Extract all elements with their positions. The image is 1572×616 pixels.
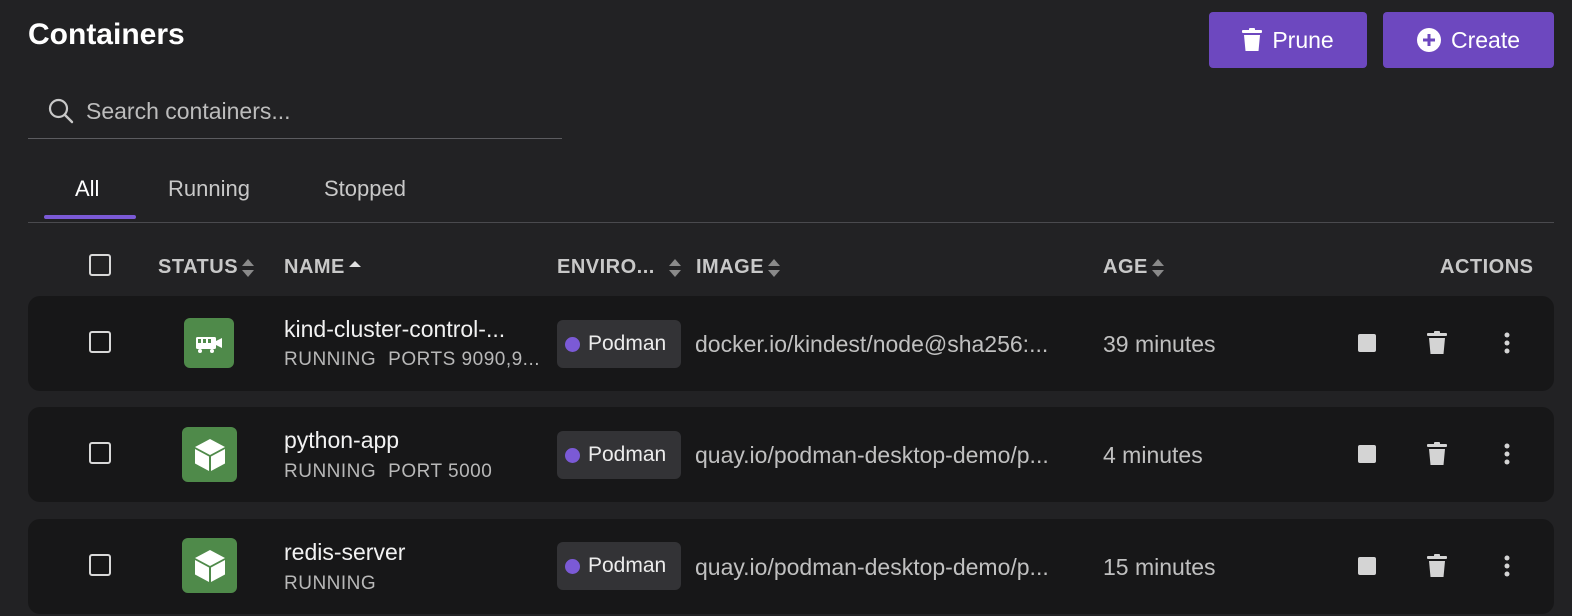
- sort-ascending-icon: [348, 260, 361, 267]
- column-header-environment[interactable]: ENVIRO...: [557, 256, 682, 279]
- container-ports: PORTS 9090,9...: [388, 349, 541, 370]
- trash-icon: [1242, 28, 1263, 51]
- column-header-image[interactable]: IMAGE: [696, 256, 781, 279]
- plus-circle-icon: [1416, 28, 1441, 52]
- table-row[interactable]: kind-cluster-control-... RUNNING PORTS 90…: [28, 296, 1554, 391]
- status-running-badge: [184, 318, 234, 368]
- container-state: RUNNING: [284, 461, 377, 482]
- tab-all[interactable]: All: [75, 176, 99, 202]
- environment-dot: [565, 447, 580, 463]
- stop-icon[interactable]: [1358, 445, 1376, 463]
- active-tab-indicator: [44, 215, 136, 219]
- prune-button[interactable]: Prune: [1209, 12, 1367, 68]
- environment-dot: [565, 336, 580, 352]
- tab-stopped[interactable]: Stopped: [324, 176, 406, 202]
- container-icon: [194, 549, 225, 582]
- container-name[interactable]: kind-cluster-control-...: [284, 316, 505, 343]
- delete-icon[interactable]: [1427, 554, 1447, 578]
- tab-running[interactable]: Running: [168, 176, 250, 202]
- pod-icon: [196, 337, 222, 353]
- sort-icon: [668, 258, 681, 277]
- table-row[interactable]: redis-server RUNNING Podman quay.io/podm…: [28, 519, 1554, 614]
- container-status-line: RUNNING PORTS 9090,9...: [284, 349, 552, 371]
- kebab-menu-icon[interactable]: [1504, 443, 1510, 465]
- environment-badge: Podman: [557, 542, 681, 590]
- search-icon: [48, 98, 74, 124]
- container-icon: [194, 438, 225, 471]
- page-title: Containers: [28, 18, 185, 51]
- row-checkbox[interactable]: [89, 442, 111, 464]
- create-button[interactable]: Create: [1383, 12, 1554, 68]
- delete-icon[interactable]: [1427, 331, 1447, 355]
- container-age: 39 minutes: [1103, 331, 1216, 357]
- column-header-age[interactable]: AGE: [1103, 256, 1165, 279]
- create-button-label: Create: [1450, 26, 1521, 53]
- delete-icon[interactable]: [1427, 442, 1447, 466]
- column-header-actions: ACTIONS: [1440, 256, 1534, 278]
- row-checkbox[interactable]: [89, 331, 111, 353]
- container-image: quay.io/podman-desktop-demo/p...: [695, 554, 1049, 580]
- environment-badge: Podman: [557, 431, 681, 479]
- kebab-menu-icon[interactable]: [1504, 555, 1510, 577]
- container-age: 4 minutes: [1103, 442, 1203, 468]
- container-image: docker.io/kindest/node@sha256:...: [695, 331, 1049, 357]
- status-running-badge: [182, 538, 237, 593]
- container-state: RUNNING: [284, 573, 377, 594]
- container-status-line: RUNNING: [284, 573, 552, 595]
- container-name[interactable]: redis-server: [284, 539, 405, 566]
- container-state: RUNNING: [284, 349, 377, 370]
- tab-bar: All Running Stopped: [28, 165, 1554, 223]
- column-header-status[interactable]: STATUS: [158, 256, 255, 279]
- sort-icon: [242, 258, 255, 277]
- environment-dot: [565, 558, 580, 574]
- container-image: quay.io/podman-desktop-demo/p...: [695, 442, 1049, 468]
- stop-icon[interactable]: [1358, 334, 1376, 352]
- stop-icon[interactable]: [1358, 557, 1376, 575]
- sort-icon: [1151, 258, 1164, 277]
- container-status-line: RUNNING PORT 5000: [284, 461, 552, 483]
- container-name[interactable]: python-app: [284, 427, 399, 454]
- prune-button-label: Prune: [1272, 26, 1334, 53]
- container-ports: PORT 5000: [388, 461, 493, 482]
- status-running-badge: [182, 427, 237, 482]
- search-bar: [28, 84, 562, 139]
- sort-icon: [768, 258, 781, 277]
- search-input[interactable]: [86, 92, 546, 130]
- container-age: 15 minutes: [1103, 554, 1216, 580]
- kebab-menu-icon[interactable]: [1504, 332, 1510, 354]
- column-header-name[interactable]: NAME: [284, 256, 362, 279]
- environment-badge: Podman: [557, 320, 681, 368]
- select-all-checkbox[interactable]: [89, 254, 111, 276]
- table-row[interactable]: python-app RUNNING PORT 5000 Podman quay.…: [28, 407, 1554, 502]
- row-checkbox[interactable]: [89, 554, 111, 576]
